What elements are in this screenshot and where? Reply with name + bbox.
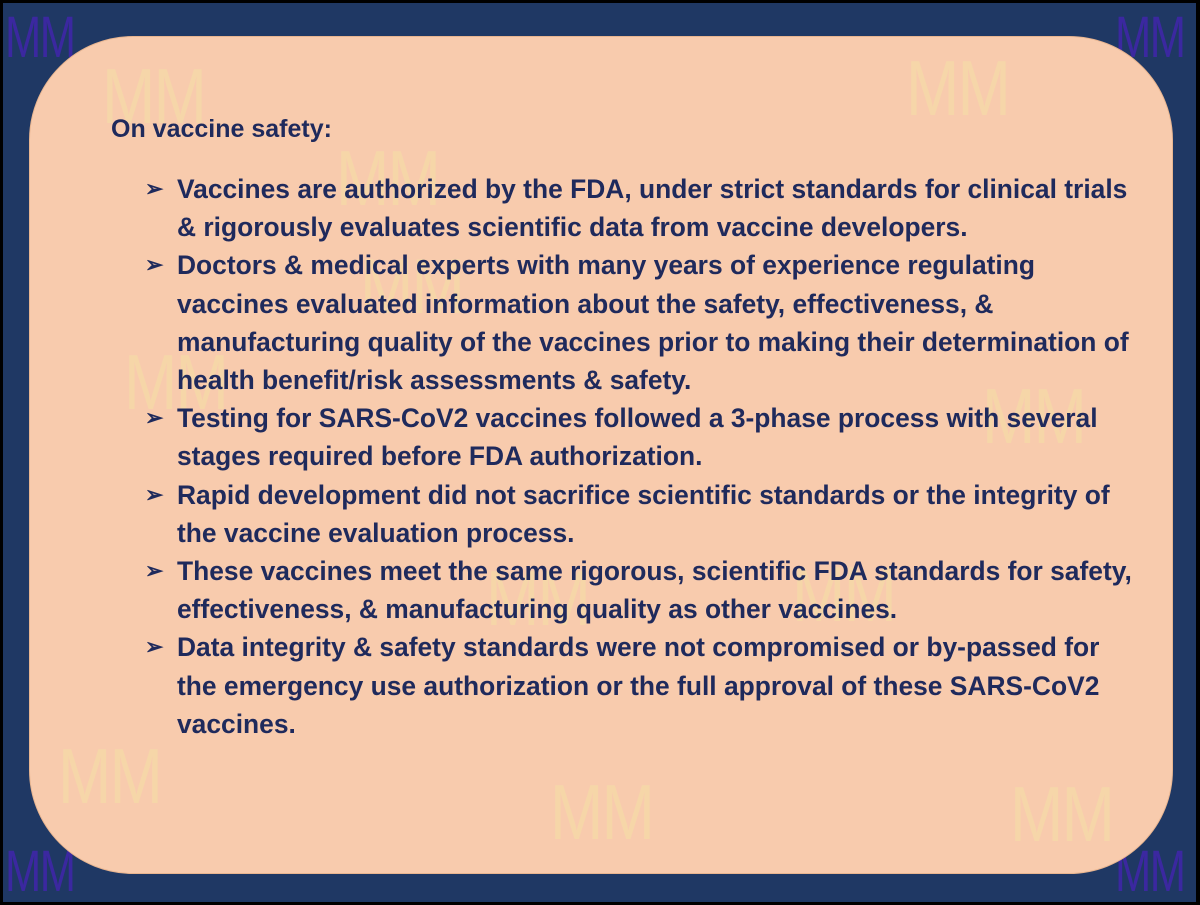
bullet-item: ➢ Vaccines are authorized by the FDA, un… [145,170,1141,246]
watermark: MM [1010,770,1115,858]
slide-heading: On vaccine safety: [111,115,332,143]
bullet-text: Doctors & medical experts with many year… [177,250,1129,396]
arrow-bullet-icon: ➢ [145,405,164,431]
slide-frame: MM MM MM MM MM MM MM MM MM MM MM MM MM M… [0,0,1200,905]
bullet-item: ➢ These vaccines meet the same rigorous,… [145,552,1141,628]
watermark-top-left: MM [5,5,76,70]
watermark: MM [58,732,163,820]
bullet-text: Vaccines are authorized by the FDA, unde… [177,174,1128,243]
slide-content: On vaccine safety: ➢ Vaccines are author… [111,115,1141,743]
watermark-bottom-left: MM [5,839,76,904]
arrow-bullet-icon: ➢ [145,634,164,660]
bullet-item: ➢ Testing for SARS-CoV2 vaccines followe… [145,399,1141,475]
arrow-bullet-icon: ➢ [145,252,164,278]
bullet-text: Testing for SARS-CoV2 vaccines followed … [177,403,1098,472]
arrow-bullet-icon: ➢ [145,481,164,507]
arrow-bullet-icon: ➢ [145,558,164,584]
bullet-text: Rapid development did not sacrifice scie… [177,479,1110,548]
bullet-item: ➢ Rapid development did not sacrifice sc… [145,476,1141,552]
bullet-text: Data integrity & safety standards were n… [177,632,1100,739]
bullet-text: These vaccines meet the same rigorous, s… [177,556,1132,625]
bullet-item: ➢ Doctors & medical experts with many ye… [145,246,1141,399]
arrow-bullet-icon: ➢ [145,176,164,201]
bullet-item: ➢ Data integrity & safety standards were… [145,628,1141,743]
bullet-list: ➢ Vaccines are authorized by the FDA, un… [111,170,1141,743]
watermark: MM [550,768,655,856]
